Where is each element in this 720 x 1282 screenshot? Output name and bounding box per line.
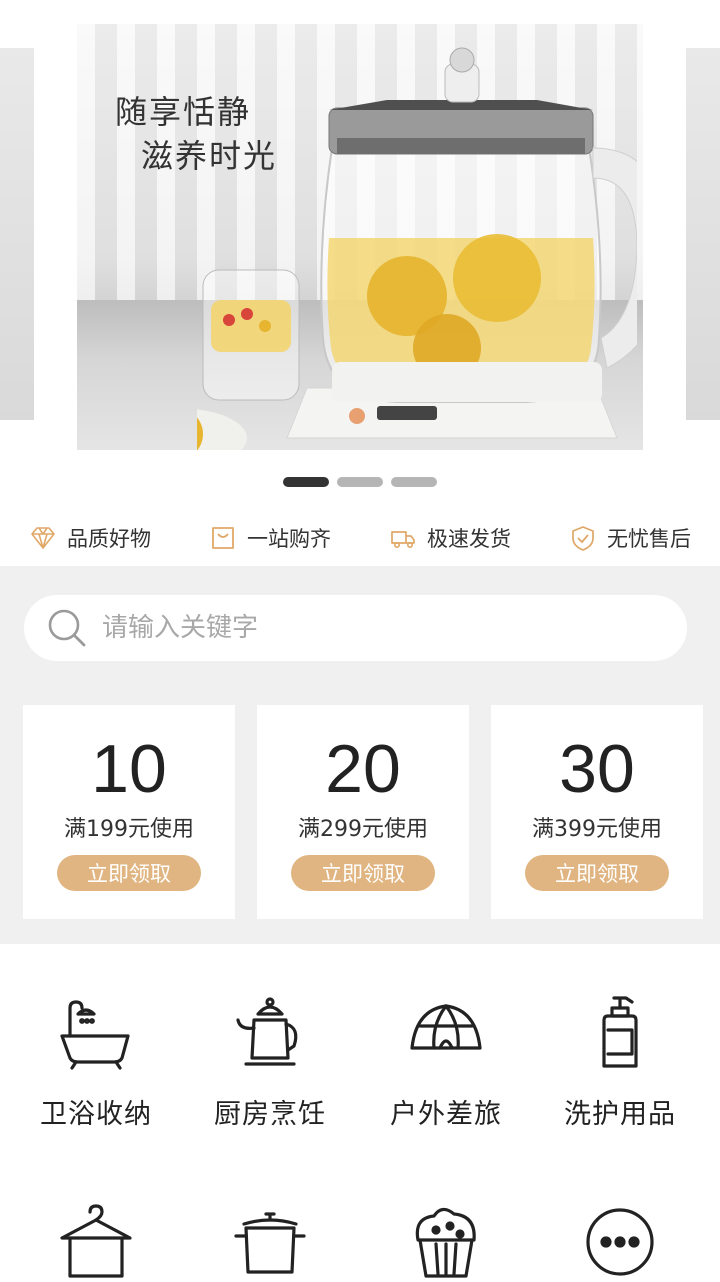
feature-label: 品质好物 xyxy=(67,527,151,551)
banner-slide[interactable]: 随享恬静 滋养时光 xyxy=(77,24,643,450)
category-outdoor-travel[interactable]: 户外差旅 xyxy=(356,994,536,1131)
carousel-dot-1[interactable] xyxy=(283,477,329,487)
category-label: 厨房烹饪 xyxy=(214,1099,326,1130)
cupcake-icon xyxy=(415,1207,476,1278)
shield-check-icon xyxy=(572,526,594,551)
delivery-truck-icon xyxy=(391,531,415,548)
coupon-card: 10 满199元使用 立即领取 xyxy=(23,705,235,919)
category-label: 户外差旅 xyxy=(390,1099,502,1130)
tent-icon xyxy=(410,1004,482,1050)
coupon-condition: 满299元使用 xyxy=(298,817,428,842)
search-icon xyxy=(48,609,86,647)
more-icon xyxy=(586,1208,654,1276)
category-kitchen-cooking[interactable]: 厨房烹饪 xyxy=(180,994,360,1131)
category-label: 卫浴收纳 xyxy=(40,1099,152,1130)
feature-label: 无忧售后 xyxy=(607,527,691,551)
towel-hanger-icon xyxy=(60,1204,132,1278)
carousel-dot-2[interactable] xyxy=(337,477,383,487)
claim-coupon-button[interactable]: 立即领取 xyxy=(525,855,669,891)
search-bar[interactable] xyxy=(24,595,687,661)
carousel-dot-3[interactable] xyxy=(391,477,437,487)
carousel-indicator xyxy=(0,477,720,489)
pump-bottle-icon xyxy=(602,996,638,1068)
coupon-amount: 10 xyxy=(91,731,167,807)
feature-quality: 品质好物 xyxy=(0,523,180,553)
category-more[interactable] xyxy=(530,1202,710,1282)
coupon-list: 10 满199元使用 立即领取 20 满299元使用 立即领取 30 满399元… xyxy=(23,705,703,919)
feature-after-sales: 无忧售后 xyxy=(540,523,720,553)
feature-label: 极速发货 xyxy=(427,527,511,551)
coupon-card: 30 满399元使用 立即领取 xyxy=(491,705,703,919)
shopping-bag-icon xyxy=(212,527,234,549)
claim-coupon-button[interactable]: 立即领取 xyxy=(57,855,201,891)
category-bath-storage[interactable]: 卫浴收纳 xyxy=(6,994,186,1131)
category-grid: 卫浴收纳 厨房烹饪 户外差旅 洗护用品 xyxy=(0,944,720,1280)
claim-coupon-button[interactable]: 立即领取 xyxy=(291,855,435,891)
kettle-product-image xyxy=(197,47,637,450)
bathtub-icon xyxy=(60,1000,130,1070)
category-cookware[interactable] xyxy=(180,1202,360,1282)
cooking-pot-icon xyxy=(234,1212,306,1274)
category-baking[interactable] xyxy=(356,1202,536,1282)
banner-carousel[interactable]: 随享恬静 滋养时光 xyxy=(0,0,720,500)
diamond-icon xyxy=(31,527,55,549)
coupon-card: 20 满299元使用 立即领取 xyxy=(257,705,469,919)
search-input[interactable] xyxy=(102,613,622,643)
coupon-condition: 满199元使用 xyxy=(64,817,194,842)
feature-fast-delivery: 极速发货 xyxy=(360,523,540,553)
service-features: 品质好物 一站购齐 极速发货 无忧售后 xyxy=(0,510,720,566)
next-slide-peek[interactable] xyxy=(686,48,720,420)
feature-one-stop: 一站购齐 xyxy=(180,523,360,553)
category-personal-care[interactable]: 洗护用品 xyxy=(530,994,710,1131)
feature-label: 一站购齐 xyxy=(247,527,331,551)
category-label: 洗护用品 xyxy=(564,1099,676,1130)
coupon-condition: 满399元使用 xyxy=(532,817,662,842)
previous-slide-peek[interactable] xyxy=(0,48,34,420)
coupon-amount: 30 xyxy=(559,731,635,807)
kettle-icon xyxy=(236,997,298,1066)
coupon-amount: 20 xyxy=(325,731,401,807)
category-towel[interactable] xyxy=(6,1202,186,1282)
